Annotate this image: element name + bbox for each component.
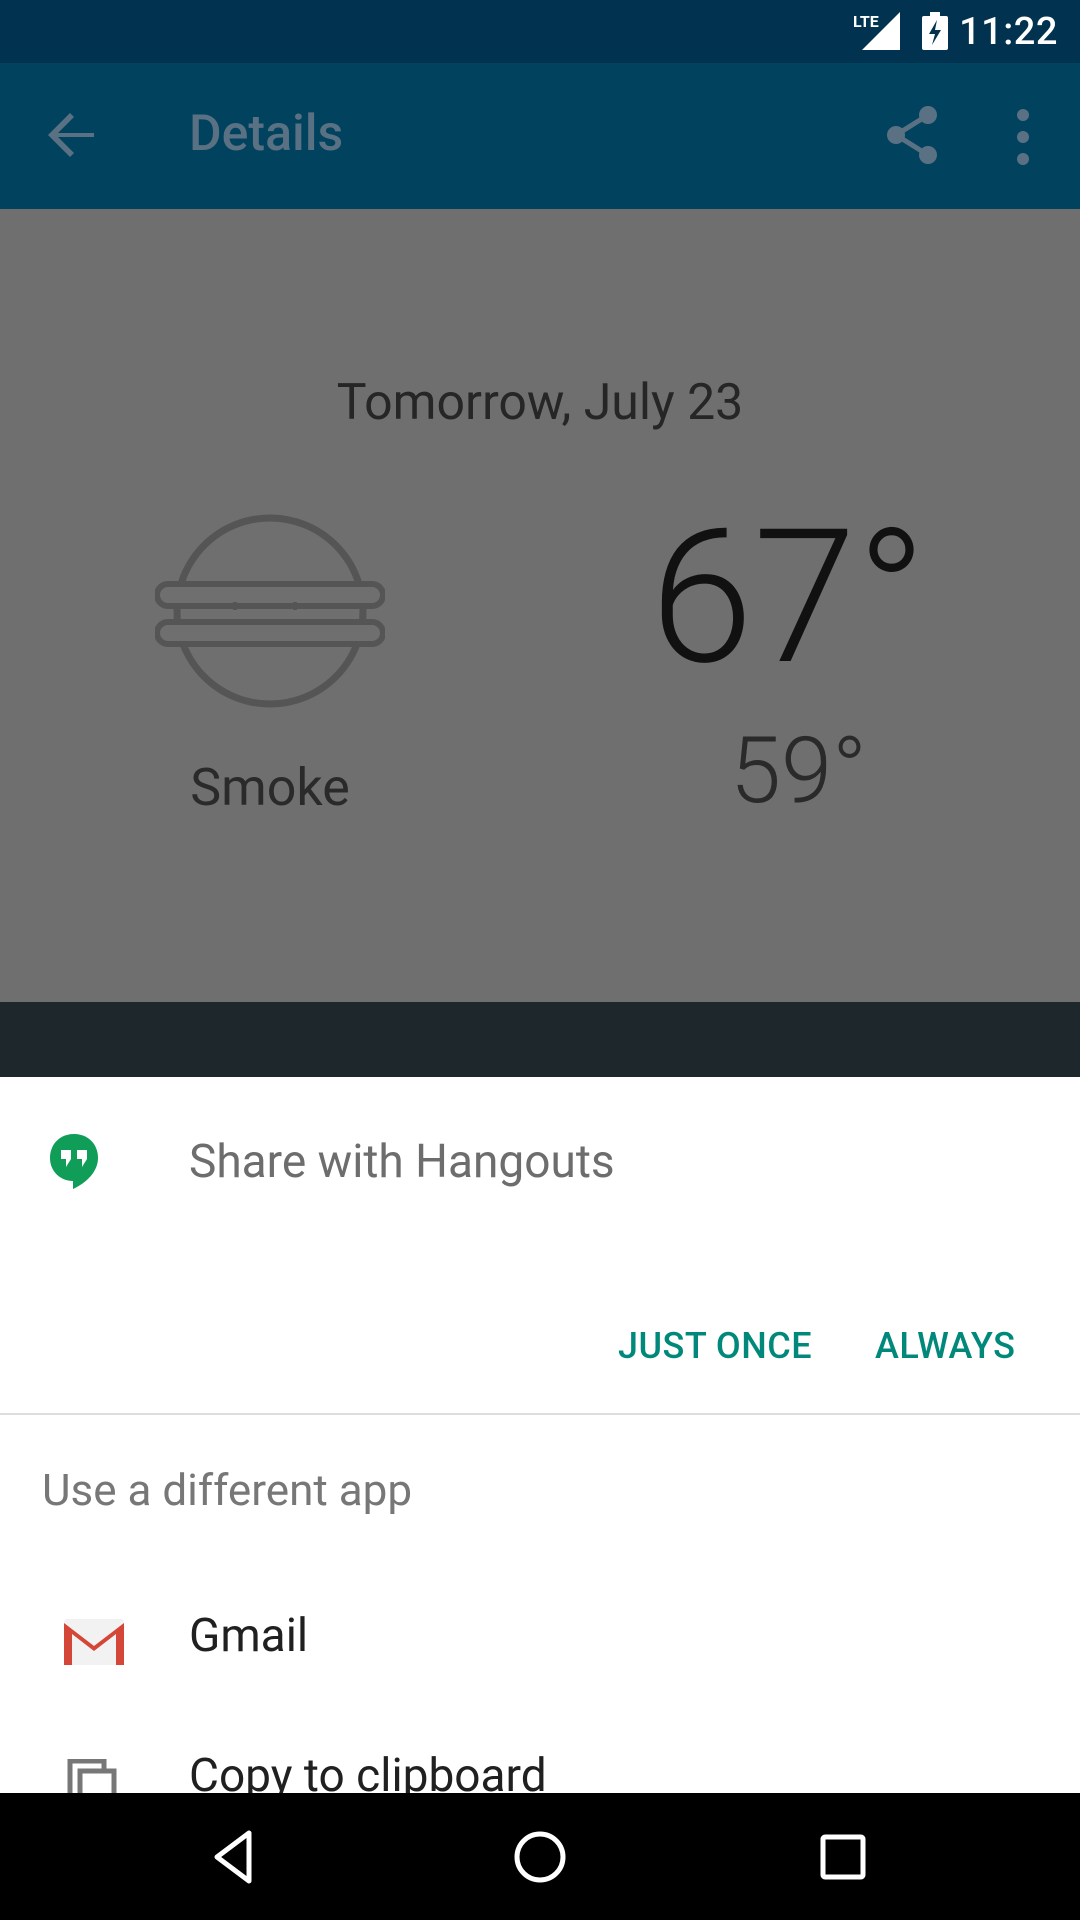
more-options-icon[interactable]: [1012, 107, 1034, 167]
battery-charging-icon: [922, 12, 948, 50]
status-bar: LTE 11:22: [0, 0, 1080, 63]
copy-icon: [67, 1759, 117, 1793]
hangouts-icon: [50, 1134, 98, 1189]
page-title: Details: [189, 105, 344, 163]
app-label: Gmail: [189, 1609, 309, 1663]
nav-back-icon[interactable]: [205, 1827, 265, 1887]
clock: 11:22: [959, 10, 1058, 54]
signal-icon: [862, 12, 900, 50]
forecast-details: Tomorrow, July 23 Smoke 67° 59°: [0, 209, 1080, 1002]
share-sheet: Share with Hangouts JUST ONCE ALWAYS Use…: [0, 1077, 1080, 1793]
low-temperature: 59°: [730, 718, 867, 825]
scrim-strip: [0, 1002, 1080, 1077]
default-app-row[interactable]: Share with Hangouts: [0, 1077, 1080, 1247]
back-arrow-icon[interactable]: [46, 109, 98, 161]
divider: [0, 1413, 1080, 1415]
high-temperature: 67°: [650, 489, 927, 707]
nav-recents-icon[interactable]: [813, 1827, 873, 1887]
navigation-bar: [0, 1793, 1080, 1920]
just-once-button[interactable]: JUST ONCE: [618, 1325, 812, 1367]
nav-home-icon[interactable]: [510, 1827, 570, 1887]
choice-actions: JUST ONCE ALWAYS: [0, 1297, 1080, 1367]
share-icon[interactable]: [884, 103, 940, 167]
app-item-gmail[interactable]: Gmail: [0, 1601, 1080, 1741]
app-item-copy-to-clipboard[interactable]: Copy to clipboard: [0, 1741, 1080, 1793]
weather-condition: Smoke: [190, 757, 350, 818]
gmail-icon: [64, 1619, 124, 1665]
forecast-date: Tomorrow, July 23: [336, 374, 744, 432]
always-button[interactable]: ALWAYS: [875, 1325, 1015, 1367]
use-different-app-heading: Use a different app: [42, 1464, 413, 1516]
app-toolbar: Details: [0, 63, 1080, 209]
default-app-label: Share with Hangouts: [189, 1135, 615, 1189]
app-label: Copy to clipboard: [189, 1749, 547, 1793]
smoke-weather-icon: [155, 514, 385, 708]
